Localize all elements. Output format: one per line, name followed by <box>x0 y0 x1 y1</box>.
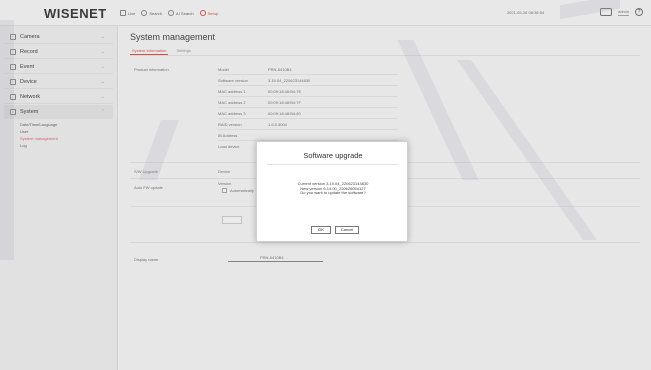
app-window: WISENET Live Search AI Search Setup 2021… <box>0 0 651 370</box>
dialog-title-divider <box>267 164 399 165</box>
software-upgrade-dialog: Software upgrade Current version 3.19.04… <box>256 141 408 242</box>
cancel-button[interactable]: Cancel <box>335 226 359 234</box>
dialog-message: Current version 3.19.04_220623144830 New… <box>257 181 409 196</box>
dialog-question: Do you want to update the software? <box>300 190 366 196</box>
dialog-title: Software upgrade <box>303 151 363 160</box>
ok-button[interactable]: OK <box>311 226 331 234</box>
